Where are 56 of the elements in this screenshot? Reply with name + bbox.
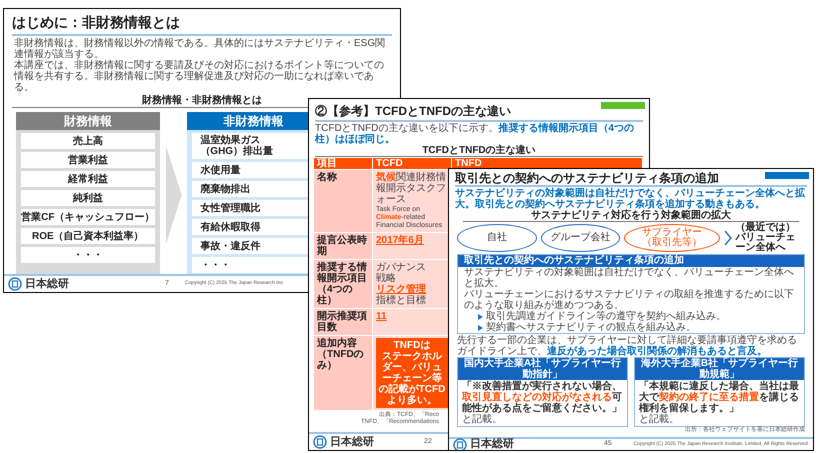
body-text: バリューチェーンにおけるサステナビリティの取組を推進するために以下のような取り組みが進めつつある。 xyxy=(464,289,795,311)
chevron-icon xyxy=(724,230,732,246)
column-header: 項目 xyxy=(314,158,372,169)
logo-icon xyxy=(453,438,467,450)
chevron-icon xyxy=(164,144,184,244)
lead-text: サステナビリティの対象範囲は自社だけでなく、バリューチェーン全体へと拡大。取引先との契約へサステナビリティ条項を追加する動きもある。 xyxy=(455,188,806,210)
column-header: TCFD xyxy=(373,158,451,169)
slide-title: はじめに：非財務情報とは xyxy=(12,13,180,32)
example-header: 海外大手企業B社「サプライヤー行動規範」 xyxy=(635,358,804,380)
logo-icon xyxy=(8,277,22,291)
quote-text: 「本規範に違反した場合、当社は最大で契約の終了に至る措置を講じる権利を留保します。」 xyxy=(638,380,800,414)
logo-icon xyxy=(313,435,327,449)
list-item: ・・・ xyxy=(21,247,155,263)
table-title: TCFDとTNFDの主な違い xyxy=(422,145,536,156)
logo-text: 日本総研 xyxy=(470,436,514,450)
note-text: 先行する一部の企業は、サプライヤーに対して詳細な要請事項遵守を求めるガイドライン上で、違反があった場合取引関係の解消もあると言及。 xyxy=(457,335,798,357)
example-text: と記載。 xyxy=(461,414,503,426)
logo-text: 日本総研 xyxy=(330,434,374,450)
bullet-icon xyxy=(478,324,483,330)
section-tag xyxy=(601,102,645,109)
diagram-title: サステナビリティ対応を行う対象範囲の拡大 xyxy=(531,210,731,221)
body-text: 本講座では、非財務情報に関する要請及びその対応におけるポイント等についての情報を共有する。非財務情報に関する理解促進及び対応の一助になれば幸いである。 xyxy=(14,60,385,93)
diagram-title: 財務情報・非財務情報とは xyxy=(142,95,262,107)
table-cell: 11 xyxy=(373,309,451,335)
bullet-text: 取引先調達ガイドライン等の遵守を契約へ組み込み。 xyxy=(486,311,726,322)
list-item: 営業CF（キャッシュフロー） xyxy=(21,209,155,225)
list-item: 売上高 xyxy=(21,133,155,149)
scope-oval: サプライヤー（取引先等） xyxy=(624,224,720,252)
row-label: 推奨する情報開示項目（4つの柱） xyxy=(314,260,372,308)
bullet-text: 契約書へサステナビリティの観点を組み込み。 xyxy=(486,322,696,333)
slide-title: 取引先との契約へのサステナビリティ条項の追加 xyxy=(455,171,719,185)
list-item: ROE（自己資本利益率） xyxy=(21,228,155,244)
list-item: 純利益 xyxy=(21,190,155,206)
panel-header: 財務情報 xyxy=(16,112,160,130)
list-item: 経常利益 xyxy=(21,171,155,187)
logo-text: 日本総研 xyxy=(25,276,69,292)
quote-text: 「※改善措置が実行されない場合、取引見直しなどの対応がなされる可能性がある点をご留意ください。」 xyxy=(460,380,623,414)
row-label: 追加内容（TNFDのみ） xyxy=(314,336,372,410)
example-header: 国内大手企業A社「サプライヤー行動指針」 xyxy=(458,358,627,380)
scope-oval: 自社 xyxy=(457,224,537,252)
section-header: 取引先との契約へのサステナビリティ条項の追加 xyxy=(458,255,804,267)
body-text: 非財務情報は、財務情報以外の情報である。具体的にはサステナビリティ・ESG関連情報が該当する。 xyxy=(14,38,386,60)
table-cell: ガバナンス 戦略 リスク管理 指標と目標 xyxy=(373,260,451,308)
row-label: 開示推奨項目数 xyxy=(314,309,372,335)
table-cell: 2017年6月 xyxy=(373,233,451,259)
row-label: 名称 xyxy=(314,170,372,232)
example-text: と記載。 xyxy=(638,414,680,426)
section-tag xyxy=(765,172,809,179)
body-text: サステナビリティの対象範囲は自社だけでなく、バリューチェーン全体へと拡大。 xyxy=(464,267,795,289)
column-header: TNFD xyxy=(452,158,642,169)
scope-note: （最近では）バリューチェーン全体へ xyxy=(736,223,796,253)
scope-oval: グループ会社 xyxy=(540,224,620,252)
list-item: 営業利益 xyxy=(21,152,155,168)
bullet-icon xyxy=(478,314,483,320)
row-label: 提言公表時期 xyxy=(314,233,372,259)
callout-box: TNFDは ステークホルダー、バリューチェーン等の記載がTCFDより多い。 xyxy=(376,338,448,408)
